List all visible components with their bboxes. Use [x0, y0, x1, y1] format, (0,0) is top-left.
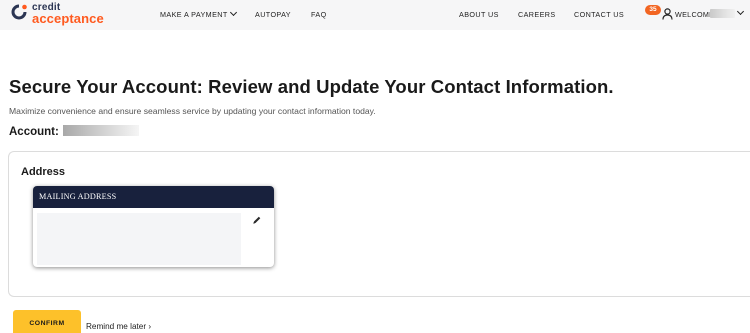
nav-contact-us[interactable]: CONTACT US [574, 10, 624, 19]
mailing-address-header: MAILING ADDRESS [33, 186, 274, 208]
address-panel: Address MAILING ADDRESS [8, 151, 750, 297]
redacted-user-name [710, 9, 735, 18]
confirm-button[interactable]: CONFIRM [13, 310, 81, 333]
nav-autopay[interactable]: AUTOPAY [255, 10, 291, 19]
page-title: Secure Your Account: Review and Update Y… [9, 76, 614, 97]
chevron-down-icon[interactable] [736, 7, 745, 16]
credit-acceptance-logo[interactable]: credit acceptance [10, 2, 120, 28]
address-section-title: Address [21, 166, 66, 178]
notification-badge[interactable]: 35 [645, 5, 661, 15]
mailing-address-body [37, 213, 241, 265]
nav-make-a-payment[interactable]: MAKE A PAYMENT [160, 8, 237, 19]
welcome-label[interactable]: WELCOME [675, 10, 714, 19]
user-icon[interactable] [662, 8, 673, 20]
account-label: Account: [9, 126, 59, 138]
nav-make-a-payment-label: MAKE A PAYMENT [160, 10, 228, 19]
chevron-down-icon [229, 8, 237, 17]
page-subtitle: Maximize convenience and ensure seamless… [9, 106, 376, 116]
top-navigation-bar: credit acceptance MAKE A PAYMENT AUTOPAY… [0, 0, 750, 30]
mailing-address-card: MAILING ADDRESS [33, 186, 274, 267]
nav-about-us[interactable]: ABOUT US [459, 10, 499, 19]
logo-text-acceptance: acceptance [32, 11, 104, 26]
nav-faq[interactable]: FAQ [311, 10, 327, 19]
nav-careers[interactable]: CAREERS [518, 10, 556, 19]
logo-mark-icon [11, 4, 27, 20]
redacted-account-number [63, 125, 139, 136]
remind-me-later-link[interactable]: Remind me later › [86, 322, 151, 332]
pencil-icon[interactable] [252, 215, 262, 225]
